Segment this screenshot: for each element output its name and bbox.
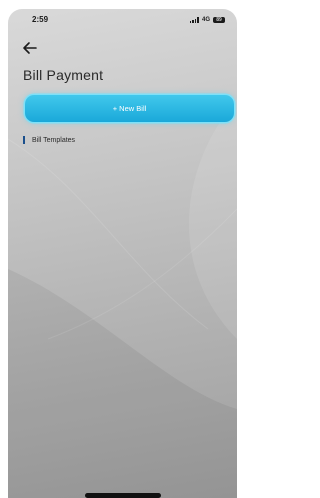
arrow-left-icon [23,42,37,54]
home-indicator [85,493,161,498]
signal-icon [189,17,199,23]
bill-templates-section[interactable]: Bill Templates [23,135,75,145]
screen: 2:59 4G 89 Bill Payment + New Bill Bill [0,0,243,498]
status-time: 2:59 [32,15,49,24]
page-title: Bill Payment [23,67,104,83]
status-indicators: 4G 89 [189,16,225,24]
section-label: Bill Templates [32,136,76,144]
network-type: 4G [201,17,210,23]
app-screen: 2:59 4G 89 Bill Payment + New Bill Bill [8,9,237,498]
status-bar: 2:59 4G 89 [8,9,237,31]
battery-icon: 89 [213,17,225,23]
back-button[interactable] [22,41,38,55]
section-marker [23,136,25,144]
new-bill-button[interactable]: + New Bill [25,95,234,122]
